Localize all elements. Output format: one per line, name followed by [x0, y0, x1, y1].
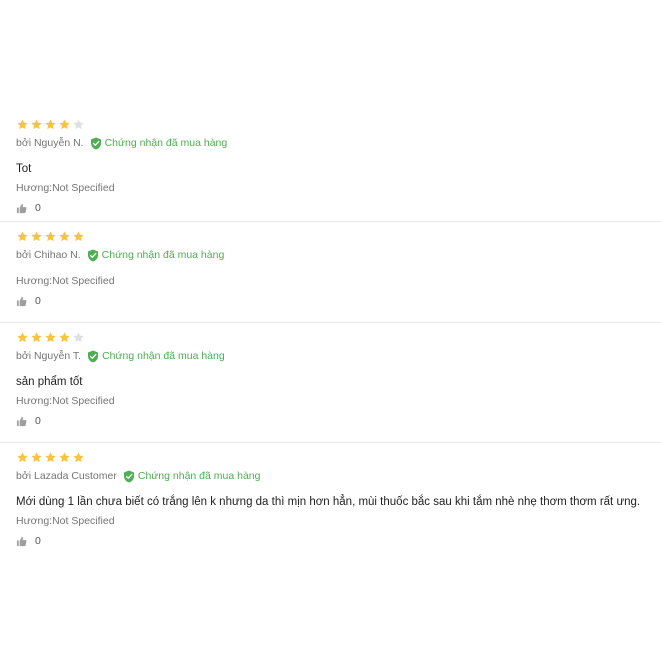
star-filled-icon — [44, 331, 57, 344]
verified-purchase-badge: Chứng nhận đã mua hàng — [90, 137, 228, 150]
star-filled-icon — [44, 451, 57, 464]
star-filled-icon — [44, 118, 57, 131]
star-empty-icon — [72, 331, 85, 344]
rating-stars — [16, 449, 661, 465]
star-empty-icon — [72, 118, 85, 131]
star-filled-icon — [16, 230, 29, 243]
star-filled-icon — [44, 230, 57, 243]
review-item: bởi Chihao N. Chứng nhận đã mua hàng Hươ… — [0, 222, 661, 323]
verified-purchase-badge: Chứng nhận đã mua hàng — [123, 470, 261, 483]
review-author: bởi Nguyễn T. — [16, 350, 82, 362]
review-likes: 0 — [16, 293, 661, 309]
star-filled-icon — [16, 451, 29, 464]
verified-purchase-label: Chứng nhận đã mua hàng — [101, 249, 225, 261]
star-filled-icon — [58, 118, 71, 131]
like-count: 0 — [35, 415, 41, 427]
verified-purchase-label: Chứng nhận đã mua hàng — [102, 350, 225, 362]
thumbs-up-icon[interactable] — [16, 536, 27, 547]
review-likes: 0 — [16, 533, 661, 549]
review-content: Mới dùng 1 lần chưa biết có trắng lên k … — [16, 496, 641, 508]
star-filled-icon — [72, 230, 85, 243]
rating-stars — [16, 329, 661, 345]
star-filled-icon — [16, 118, 29, 131]
review-likes: 0 — [16, 413, 661, 429]
verified-shield-icon — [87, 249, 99, 262]
star-filled-icon — [72, 451, 85, 464]
review-list: bởi Nguyễn N. Chứng nhận đã mua hàng Tot… — [0, 110, 661, 563]
review-author: bởi Lazada Customer — [16, 470, 117, 482]
like-count: 0 — [35, 202, 41, 214]
star-filled-icon — [30, 230, 43, 243]
review-item: bởi Lazada Customer Chứng nhận đã mua hà… — [0, 443, 661, 563]
verified-shield-icon — [90, 137, 102, 150]
star-filled-icon — [30, 118, 43, 131]
like-count: 0 — [35, 535, 41, 547]
verified-purchase-label: Chứng nhận đã mua hàng — [137, 470, 261, 482]
review-sku: Hương:Not Specified — [16, 395, 115, 407]
verified-shield-icon — [87, 350, 99, 363]
rating-stars — [16, 228, 661, 244]
verified-purchase-badge: Chứng nhận đã mua hàng — [87, 350, 225, 363]
verified-purchase-label: Chứng nhận đã mua hàng — [104, 137, 228, 149]
star-filled-icon — [16, 331, 29, 344]
review-content: sản phẩm tốt — [16, 376, 83, 388]
review-likes: 0 — [16, 200, 661, 216]
review-sku: Hương:Not Specified — [16, 275, 115, 287]
review-content: Tot — [16, 163, 32, 175]
like-count: 0 — [35, 295, 41, 307]
star-filled-icon — [58, 331, 71, 344]
review-author: bởi Chihao N. — [16, 249, 81, 261]
verified-shield-icon — [123, 470, 135, 483]
review-author: bởi Nguyễn N. — [16, 137, 84, 149]
star-filled-icon — [30, 451, 43, 464]
review-sku: Hương:Not Specified — [16, 182, 115, 194]
rating-stars — [16, 116, 661, 132]
star-filled-icon — [58, 451, 71, 464]
review-item: bởi Nguyễn N. Chứng nhận đã mua hàng Tot… — [0, 110, 661, 222]
review-sku: Hương:Not Specified — [16, 515, 115, 527]
thumbs-up-icon[interactable] — [16, 296, 27, 307]
thumbs-up-icon[interactable] — [16, 416, 27, 427]
review-item: bởi Nguyễn T. Chứng nhận đã mua hàng sản… — [0, 323, 661, 443]
star-filled-icon — [58, 230, 71, 243]
thumbs-up-icon[interactable] — [16, 203, 27, 214]
verified-purchase-badge: Chứng nhận đã mua hàng — [87, 249, 225, 262]
star-filled-icon — [30, 331, 43, 344]
